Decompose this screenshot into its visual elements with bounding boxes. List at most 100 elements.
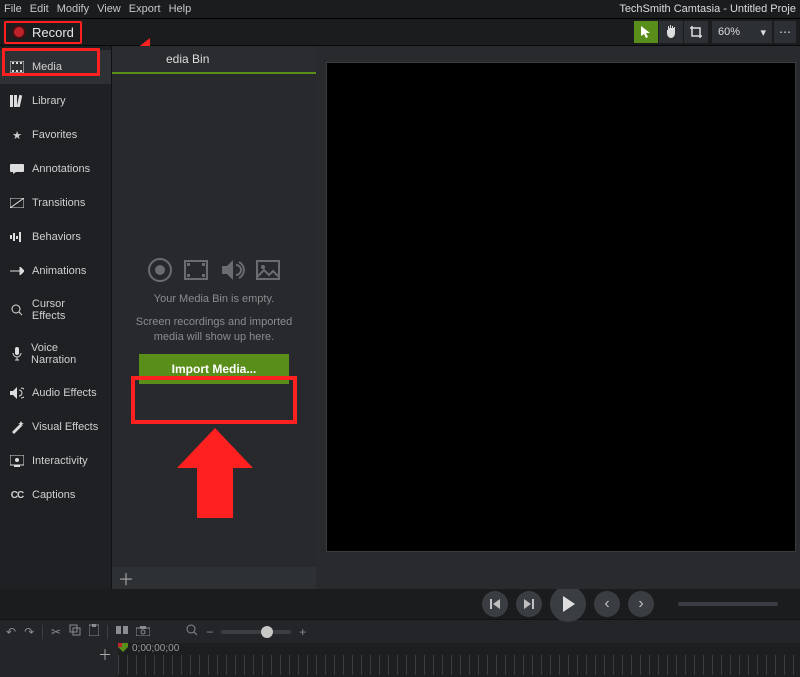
zoom-fit-button[interactable] bbox=[186, 624, 198, 639]
bin-empty-title: Your Media Bin is empty. bbox=[154, 293, 274, 305]
sidebar-item-label: Media bbox=[32, 61, 62, 73]
step-fwd-icon bbox=[524, 599, 534, 609]
timeline-zoom-slider[interactable] bbox=[221, 630, 291, 634]
zoom-in-button[interactable]: + bbox=[299, 625, 306, 639]
transition-icon bbox=[10, 196, 24, 210]
interactivity-icon bbox=[10, 454, 24, 468]
media-icon bbox=[10, 60, 24, 74]
prev-marker-button[interactable]: ‹ bbox=[594, 591, 620, 617]
time-ruler[interactable] bbox=[118, 655, 800, 675]
paste-button[interactable] bbox=[89, 624, 99, 639]
sidebar: Media Library ★ Favorites Annotations Tr… bbox=[0, 46, 112, 589]
bin-empty-text: Screen recordings and imported media wil… bbox=[124, 315, 304, 344]
more-options-button[interactable]: ⋯ bbox=[774, 21, 796, 43]
crop-icon bbox=[690, 26, 702, 38]
captions-icon: CC bbox=[10, 488, 24, 502]
timeline-toolbar: ↶ ↷ ✂ − + bbox=[0, 619, 800, 643]
divider bbox=[42, 625, 43, 639]
bin-icon-row bbox=[147, 257, 281, 283]
preview-canvas[interactable] bbox=[326, 62, 796, 552]
film-bin-icon bbox=[183, 257, 209, 283]
sidebar-item-voice-narration[interactable]: Voice Narration bbox=[0, 332, 111, 376]
timeline: ＋ 0;00;00;00 bbox=[0, 643, 800, 677]
undo-button[interactable]: ↶ bbox=[6, 625, 16, 639]
animation-icon bbox=[10, 264, 24, 278]
volume-slider[interactable] bbox=[678, 602, 778, 606]
sidebar-item-label: Interactivity bbox=[32, 455, 88, 467]
sidebar-item-annotations[interactable]: Annotations bbox=[0, 152, 111, 186]
screenshot-button[interactable] bbox=[136, 625, 150, 639]
prev-frame-button[interactable] bbox=[482, 591, 508, 617]
dots-icon: ⋯ bbox=[779, 25, 791, 39]
canvas-tools: 60% ▾ ⋯ bbox=[633, 21, 796, 43]
sidebar-item-label: Captions bbox=[32, 489, 75, 501]
sidebar-item-interactivity[interactable]: Interactivity bbox=[0, 444, 111, 478]
menu-help[interactable]: Help bbox=[169, 3, 192, 15]
sidebar-item-visual-effects[interactable]: Visual Effects bbox=[0, 410, 111, 444]
timeline-track[interactable]: 0;00;00;00 bbox=[118, 643, 800, 677]
sidebar-item-label: Favorites bbox=[32, 129, 77, 141]
sidebar-item-captions[interactable]: CC Captions bbox=[0, 478, 111, 512]
record-bin-icon bbox=[147, 257, 173, 283]
split-button[interactable] bbox=[116, 624, 128, 639]
copy-button[interactable] bbox=[69, 624, 81, 639]
sidebar-item-media[interactable]: Media bbox=[0, 50, 111, 84]
track-header[interactable]: ＋ bbox=[0, 643, 118, 677]
sidebar-item-label: Annotations bbox=[32, 163, 90, 175]
sidebar-item-animations[interactable]: Animations bbox=[0, 254, 111, 288]
canvas-area bbox=[316, 46, 800, 589]
menu-modify[interactable]: Modify bbox=[57, 3, 89, 15]
slider-thumb[interactable] bbox=[261, 626, 273, 638]
sidebar-item-audio-effects[interactable]: Audio Effects bbox=[0, 376, 111, 410]
menu-view[interactable]: View bbox=[97, 3, 121, 15]
bin-body: Your Media Bin is empty. Screen recordin… bbox=[112, 74, 316, 567]
camera-icon bbox=[136, 626, 150, 636]
sidebar-item-label: Library bbox=[32, 95, 66, 107]
sidebar-item-label: Behaviors bbox=[32, 231, 81, 243]
crop-tool[interactable] bbox=[684, 21, 708, 43]
chevron-left-icon: ‹ bbox=[604, 595, 609, 613]
split-icon bbox=[116, 624, 128, 636]
playhead[interactable] bbox=[118, 643, 128, 653]
mic-icon bbox=[10, 347, 23, 361]
cursor-effects-icon bbox=[10, 303, 24, 317]
sidebar-item-label: Transitions bbox=[32, 197, 85, 209]
sidebar-item-label: Visual Effects bbox=[32, 421, 98, 433]
sidebar-item-library[interactable]: Library bbox=[0, 84, 111, 118]
top-toolbar: Record 60% ▾ ⋯ bbox=[0, 18, 800, 46]
menu-export[interactable]: Export bbox=[129, 3, 161, 15]
play-icon bbox=[560, 596, 576, 612]
sidebar-item-behaviors[interactable]: Behaviors bbox=[0, 220, 111, 254]
add-icon[interactable]: ＋ bbox=[118, 566, 134, 590]
sidebar-item-label: Cursor Effects bbox=[32, 298, 101, 322]
sidebar-item-transitions[interactable]: Transitions bbox=[0, 186, 111, 220]
step-back-icon bbox=[490, 599, 500, 609]
next-frame-button[interactable] bbox=[516, 591, 542, 617]
timecode: 0;00;00;00 bbox=[132, 643, 179, 654]
redo-button[interactable]: ↷ bbox=[24, 625, 34, 639]
sidebar-item-favorites[interactable]: ★ Favorites bbox=[0, 118, 111, 152]
media-bin-panel: edia Bin Your Media Bin is empty. Screen… bbox=[112, 46, 316, 589]
select-tool[interactable] bbox=[634, 21, 658, 43]
cut-button[interactable]: ✂ bbox=[51, 625, 61, 639]
playback-bar: ‹ › bbox=[0, 589, 800, 619]
zoom-out-button[interactable]: − bbox=[206, 625, 213, 639]
add-track-button[interactable]: ＋ bbox=[98, 645, 112, 665]
pan-tool[interactable] bbox=[659, 21, 683, 43]
play-button[interactable] bbox=[550, 586, 586, 622]
sidebar-item-cursor-effects[interactable]: Cursor Effects bbox=[0, 288, 111, 332]
zoom-select[interactable]: 60% ▾ bbox=[712, 21, 772, 43]
hand-icon bbox=[664, 25, 678, 39]
record-icon bbox=[12, 25, 26, 39]
record-button[interactable]: Record bbox=[4, 21, 82, 44]
sidebar-item-label: Audio Effects bbox=[32, 387, 97, 399]
behaviors-icon bbox=[10, 230, 24, 244]
divider bbox=[107, 625, 108, 639]
import-media-button[interactable]: Import Media... bbox=[139, 354, 289, 384]
sidebar-item-label: Animations bbox=[32, 265, 86, 277]
magnifier-icon bbox=[186, 624, 198, 636]
menu-file[interactable]: File bbox=[4, 3, 22, 15]
audio-bin-icon bbox=[219, 257, 245, 283]
next-marker-button[interactable]: › bbox=[628, 591, 654, 617]
menu-edit[interactable]: Edit bbox=[30, 3, 49, 15]
